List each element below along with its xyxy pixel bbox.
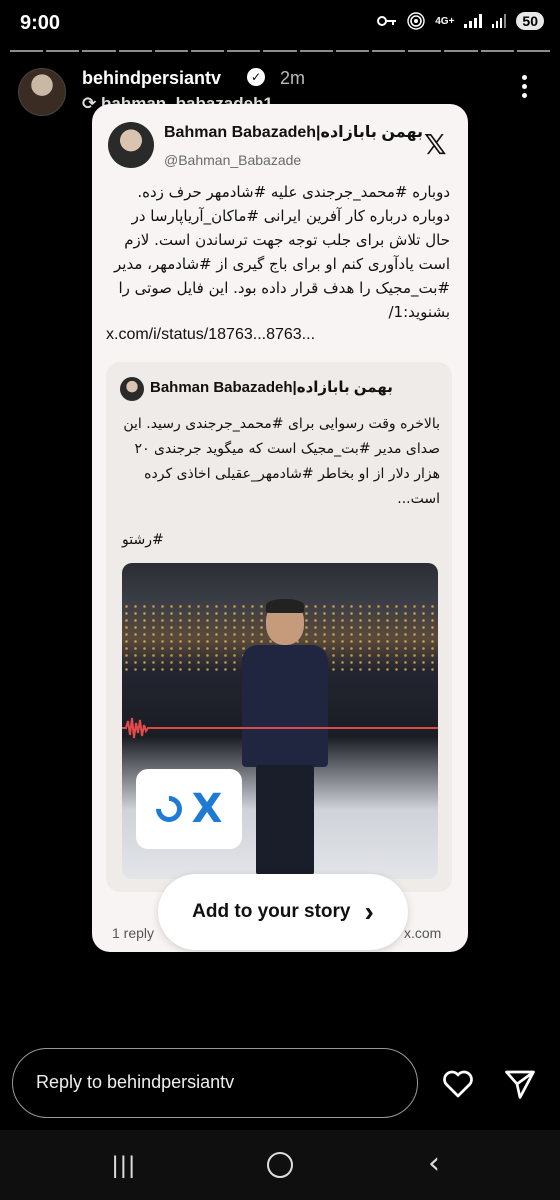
- story-progress-segment: [154, 50, 189, 52]
- back-icon[interactable]: ‹: [428, 1146, 440, 1181]
- story-progress-segment: [118, 50, 152, 52]
- link-icon: [150, 790, 187, 828]
- x-logo-icon: 𝕏: [424, 128, 447, 161]
- story-progress-segment: [444, 50, 478, 52]
- audio-waveform: [122, 717, 438, 739]
- status-time: 9:00: [20, 12, 61, 34]
- chevron-right-icon: ›: [364, 896, 374, 927]
- story-progress-segment: [191, 50, 225, 52]
- battery-level: 50: [516, 12, 544, 30]
- story-progress-segment: [516, 50, 551, 52]
- tweet-author-name: Bahman Babazadeh|بهمن بابازاده: [164, 124, 424, 141]
- story-progress-segment: [299, 50, 333, 52]
- key-icon: [377, 16, 397, 26]
- x-badge-icon: X: [191, 786, 223, 832]
- tweet-author-handle: @Bahman_Babazade: [164, 152, 302, 168]
- verified-badge-icon: ✓: [247, 68, 265, 86]
- status-icons: 4G+ 50: [377, 12, 544, 30]
- tweet-link[interactable]: x.com/i/status/18763...8763...: [106, 326, 315, 344]
- network-type: 4G+: [435, 15, 455, 27]
- repost-icon: ⟳: [82, 94, 97, 113]
- recent-apps-icon[interactable]: |||: [112, 1152, 137, 1180]
- home-icon[interactable]: [267, 1152, 293, 1178]
- link-sticker[interactable]: X: [136, 769, 242, 849]
- status-bar: 9:00 4G+ 50: [0, 0, 560, 44]
- tweet-photo: X: [122, 563, 438, 879]
- add-to-story-label: Add to your story: [192, 901, 351, 922]
- story-progress-segment: [10, 50, 44, 52]
- story-username[interactable]: behindpersiantv: [82, 68, 221, 89]
- quoted-tweet-text: بالاخره وقت رسوایی برای #محمد_جرجندی رسی…: [123, 416, 440, 507]
- signal-icon: [464, 14, 483, 28]
- more-options-icon[interactable]: [516, 72, 532, 102]
- tweet-text: دوباره #محمد_جرجندی علیه #شادمهر حرف زده…: [114, 183, 450, 321]
- add-to-story-button[interactable]: Add to your story ›: [158, 874, 408, 950]
- story-progress-segment: [263, 50, 297, 52]
- reply-count: 1 reply: [112, 925, 155, 941]
- story-progress-segment: [227, 50, 261, 52]
- story-progress-bar: [10, 50, 551, 52]
- story-progress-segment: [46, 50, 80, 52]
- profile-avatar[interactable]: [18, 68, 66, 116]
- story-progress-segment: [480, 50, 514, 52]
- tweet-author-avatar: [108, 122, 154, 168]
- story-progress-segment: [372, 50, 406, 52]
- quoted-author-name: Bahman Babazadeh|بهمن بابازاده: [150, 379, 393, 396]
- story-progress-segment: [408, 50, 442, 52]
- quoted-author-avatar: [120, 377, 144, 401]
- hotspot-icon: [407, 12, 425, 30]
- like-heart-icon[interactable]: [440, 1066, 476, 1102]
- reply-placeholder: Reply to behindpersiantv: [36, 1072, 235, 1092]
- send-paper-plane-icon[interactable]: [502, 1066, 538, 1102]
- signal-icon-2: [492, 14, 507, 28]
- story-progress-segment: [82, 50, 116, 52]
- quoted-hashtag: #رشتو: [122, 532, 164, 548]
- source-domain: x.com: [404, 925, 442, 941]
- story-time-ago: 2m: [280, 68, 306, 88]
- story-progress-segment: [335, 50, 370, 52]
